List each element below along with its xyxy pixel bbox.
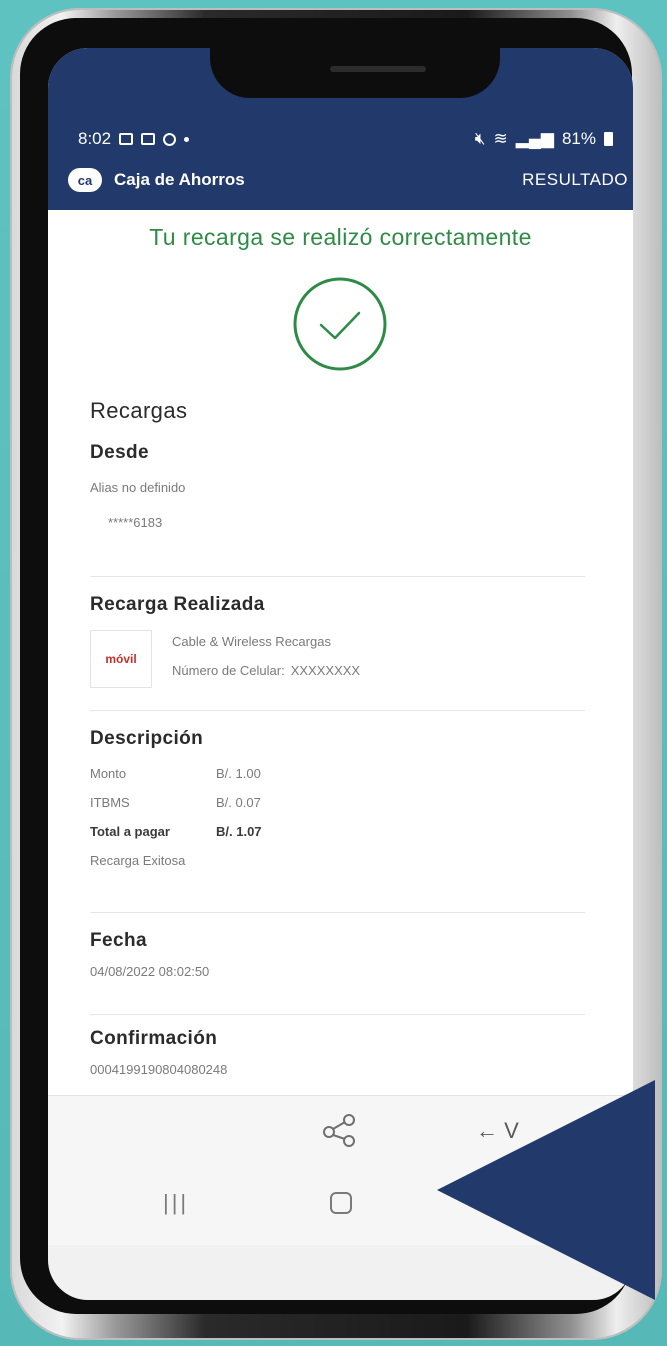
- check-icon: [293, 277, 387, 371]
- amount-row: Monto B/. 1.00: [90, 766, 590, 781]
- recarga-realizada-label: Recarga Realizada: [90, 594, 265, 615]
- fecha-value: 04/08/2022 08:02:50: [90, 964, 210, 979]
- recents-icon[interactable]: |||: [163, 1190, 189, 1216]
- battery-percent: 81%: [561, 129, 596, 148]
- movil-logo: móvil: [90, 630, 152, 688]
- total-key: Total a pagar: [90, 824, 170, 839]
- amount-value: B/. 1.00: [216, 766, 261, 781]
- dot-icon: [184, 136, 190, 142]
- confirmacion-label: Confirmación: [90, 1028, 218, 1049]
- gallery-icon: [119, 133, 134, 145]
- total-row: Total a pagar B/. 1.07: [90, 824, 590, 839]
- phone-label: Número de Celular:: [172, 663, 285, 678]
- battery-icon: [604, 132, 613, 146]
- divider: [90, 710, 585, 711]
- provider-name: Cable & Wireless Recargas: [172, 634, 331, 649]
- section-heading-recargas: Recargas: [90, 398, 188, 423]
- phone-value: XXXXXXXX: [290, 663, 361, 678]
- bottom-action-bar: ← V: [48, 1095, 633, 1171]
- wifi-icon: ≋: [493, 129, 508, 148]
- result-content: Tu recarga se realizó correctamente Reca…: [48, 210, 633, 1095]
- tax-key: ITBMS: [90, 795, 130, 810]
- amount-key: Monto: [90, 766, 127, 781]
- speaker-slot: [330, 66, 426, 72]
- cell-signal-icon: ▂▄▆: [515, 129, 554, 148]
- divider: [90, 576, 585, 577]
- fecha-label: Fecha: [90, 930, 147, 951]
- divider: [90, 1014, 585, 1015]
- camera-notch: [210, 48, 500, 98]
- descripcion-label: Descripción: [90, 728, 204, 749]
- tax-value: B/. 0.07: [216, 795, 261, 810]
- notification-icon: [141, 133, 156, 145]
- phone-screen: 8:02 🔇︎ ≋ ▂▄▆ 81% ca Caja de Ahorros RES…: [48, 48, 633, 1300]
- system-nav-bar: |||: [48, 1170, 633, 1245]
- status-bar: 8:02 🔇︎ ≋ ▂▄▆ 81%: [78, 126, 613, 152]
- desde-label: Desde: [90, 442, 150, 463]
- success-message: Tu recarga se realizó correctamente: [149, 224, 532, 250]
- divider: [90, 912, 585, 913]
- total-value: B/. 1.07: [216, 824, 262, 839]
- screen-title: RESULTADO: [522, 170, 628, 189]
- status-time: 8:02: [78, 129, 112, 148]
- confirmation-number: 000419919080408024​8: [90, 1062, 228, 1077]
- brand-name: Caja de Ahorros: [114, 170, 245, 189]
- bank-logo: ca: [68, 168, 102, 192]
- transaction-status: Recarga Exitosa: [90, 853, 186, 868]
- account-number: *****6183: [108, 515, 163, 530]
- movil-logo-text: móvil: [105, 652, 137, 666]
- alias-text: Alias no definido: [90, 480, 186, 495]
- share-icon[interactable]: [321, 1113, 359, 1147]
- mute-icon: 🔇︎: [474, 129, 486, 148]
- back-arrow-icon[interactable]: ← V: [476, 1118, 519, 1144]
- dnd-icon: [163, 132, 177, 146]
- home-icon[interactable]: [330, 1192, 352, 1214]
- tax-row: ITBMS B/. 0.07: [90, 795, 590, 810]
- app-bar: ca Caja de Ahorros RESULTADO: [68, 162, 628, 198]
